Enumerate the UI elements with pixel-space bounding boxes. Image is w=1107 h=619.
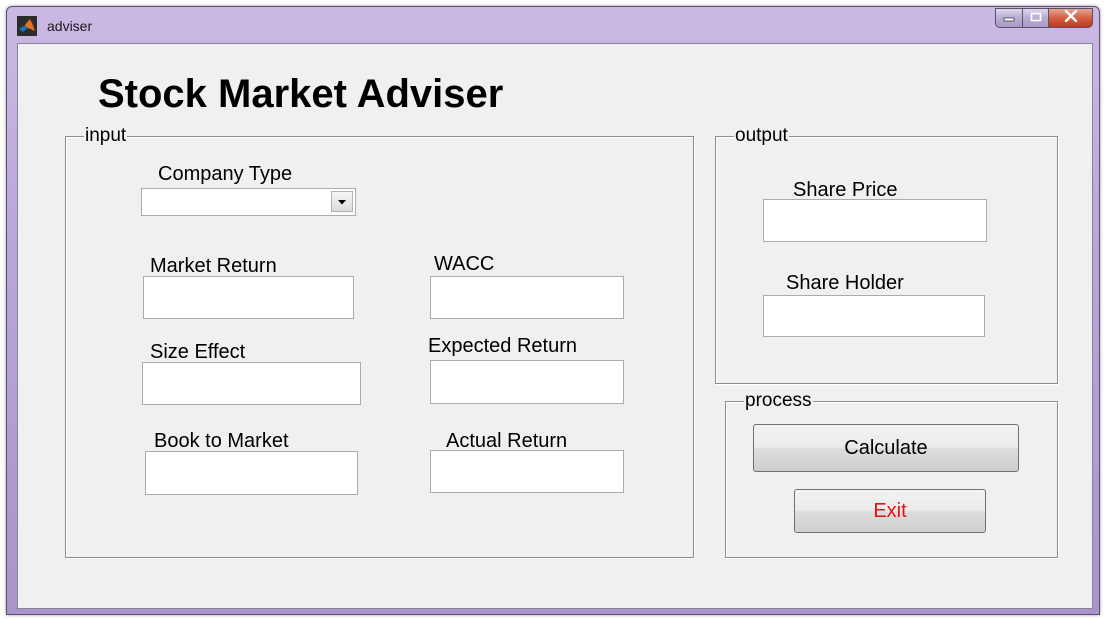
window-title: adviser: [47, 18, 93, 34]
process-panel: process Calculate Exit: [725, 390, 1058, 558]
wacc-input[interactable]: [430, 276, 624, 319]
wacc-label: WACC: [434, 253, 495, 275]
page-title: Stock Market Adviser: [98, 72, 504, 116]
share-holder-output[interactable]: [763, 295, 985, 337]
input-panel-title: input: [84, 125, 128, 147]
figure-client-area: Stock Market Adviser input Company Type …: [17, 43, 1093, 609]
market-return-label: Market Return: [150, 255, 277, 277]
matlab-logo-icon: [17, 16, 37, 36]
maximize-button[interactable]: [1023, 8, 1049, 28]
exit-button[interactable]: Exit: [794, 489, 986, 533]
app-window: adviser Stock Market Adviser input Compa…: [6, 6, 1100, 615]
close-button[interactable]: [1049, 8, 1093, 28]
share-holder-label: Share Holder: [786, 272, 904, 294]
maximize-icon: [1030, 9, 1042, 27]
chevron-down-icon[interactable]: [331, 191, 353, 212]
share-price-label: Share Price: [793, 179, 898, 201]
market-return-input[interactable]: [143, 276, 354, 319]
input-panel: input Company Type Market Return WACC Si…: [65, 125, 694, 558]
share-price-output[interactable]: [763, 199, 987, 242]
output-panel: output Share Price Share Holder: [715, 125, 1058, 384]
window-controls: [995, 8, 1093, 30]
expected-return-label: Expected Return: [428, 335, 577, 357]
calculate-button[interactable]: Calculate: [753, 424, 1019, 472]
book-to-market-input[interactable]: [145, 451, 358, 495]
output-panel-title: output: [734, 125, 789, 147]
size-effect-input[interactable]: [142, 362, 361, 405]
book-to-market-label: Book to Market: [154, 430, 289, 452]
minimize-button[interactable]: [995, 8, 1023, 28]
company-type-label: Company Type: [158, 163, 293, 185]
expected-return-input[interactable]: [430, 360, 624, 404]
title-bar[interactable]: adviser: [7, 7, 1099, 43]
company-type-select[interactable]: [141, 188, 356, 216]
close-icon: [1064, 9, 1078, 27]
size-effect-label: Size Effect: [150, 341, 246, 363]
actual-return-label: Actual Return: [446, 430, 568, 452]
minimize-icon: [1003, 9, 1015, 27]
actual-return-input[interactable]: [430, 450, 624, 493]
process-panel-title: process: [744, 390, 813, 412]
